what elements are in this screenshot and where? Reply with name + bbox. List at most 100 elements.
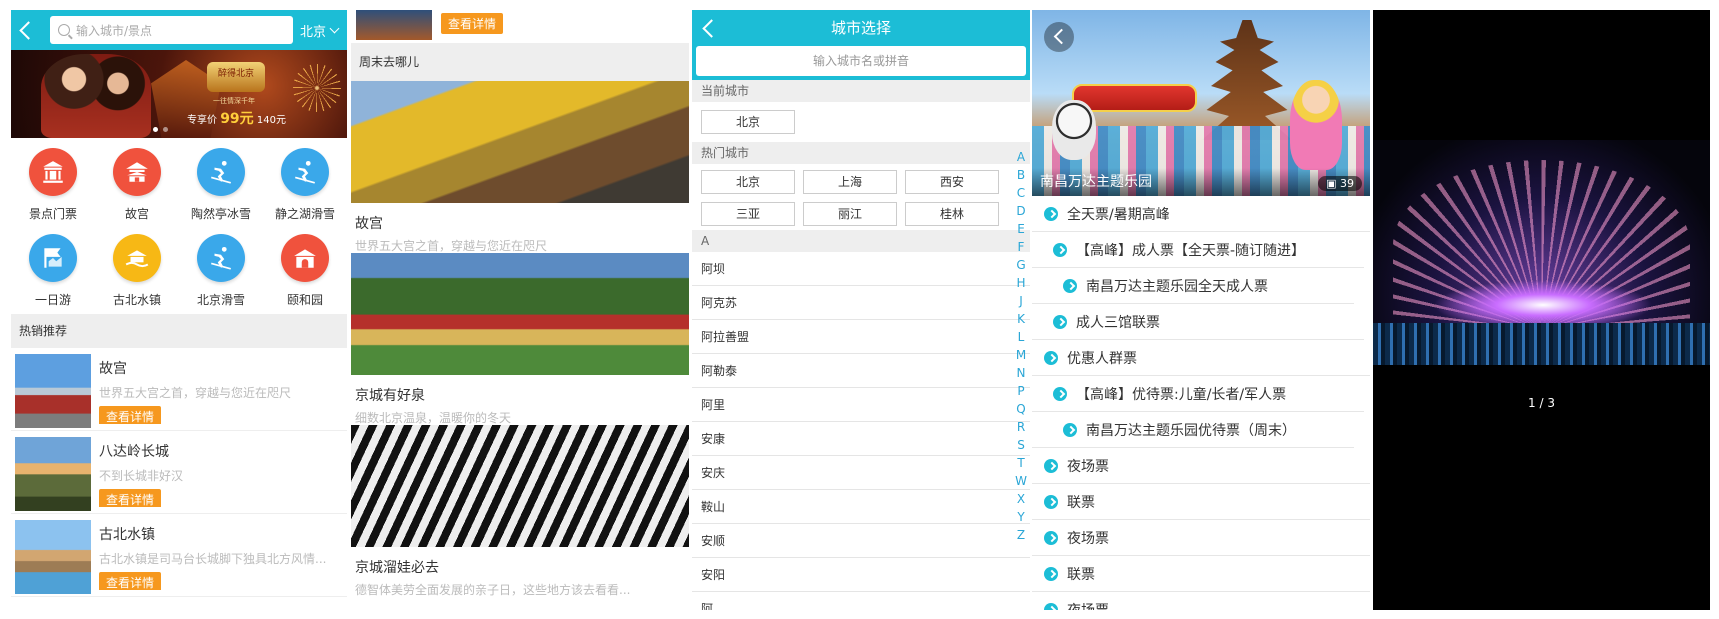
banner-subtitle: 一往情深千年 — [213, 97, 255, 105]
fountain-photo[interactable] — [1373, 140, 1710, 365]
city-list-item[interactable]: 安康 — [692, 422, 1030, 456]
city-list-item[interactable]: 阿克苏 — [692, 286, 1030, 320]
alphabet-index-letter[interactable]: C — [1012, 184, 1030, 202]
hot-city-grid: 北京 上海 西安三亚 丽江 桂林 — [692, 164, 1030, 230]
city-list: 阿坝 阿克苏 阿拉善盟 阿勒泰 阿里 安康 安庆 鞍山 安顺 安阳 阿... — [692, 252, 1030, 610]
photo-pager: 1 / 3 — [1528, 396, 1555, 410]
carousel-dot[interactable] — [163, 127, 168, 132]
view-details-button[interactable]: 查看详情 — [441, 13, 504, 34]
hot-city-button[interactable]: 北京 — [701, 170, 795, 194]
photo-count-badge[interactable]: ▣ 39 — [1318, 176, 1362, 191]
hot-section-title: 热销推荐 — [11, 314, 347, 348]
ticket-row[interactable]: 联票 — [1032, 556, 1370, 592]
ticket-row[interactable]: 南昌万达主题乐园全天成人票 — [1032, 268, 1354, 304]
ticket-screen: 南昌万达主题乐园 ▣ 39 全天票/暑期高峰【高峰】成人票【全天票-随订随进】南… — [1032, 10, 1370, 610]
city-list-item[interactable]: 阿... — [692, 592, 1030, 610]
alphabet-index-letter[interactable]: K — [1012, 310, 1030, 328]
city-list-item[interactable]: 阿拉善盟 — [692, 320, 1030, 354]
ticket-row[interactable]: 夜场票 — [1032, 520, 1370, 556]
list-item[interactable]: 故宫 世界五大宫之首，穿越与您近在咫尺 查看详情 — [11, 348, 347, 431]
category-label: 景点门票 — [28, 207, 77, 221]
ticket-row[interactable]: 夜场票 — [1032, 448, 1370, 484]
alphabet-index-letter[interactable]: D — [1012, 202, 1030, 220]
category-skier[interactable]: 静之湖滑雪 — [263, 148, 347, 228]
ticket-row[interactable]: 全天票/暑期高峰 — [1032, 196, 1370, 232]
category-water-town[interactable]: 古北水镇 — [95, 234, 179, 314]
ticket-row[interactable]: 【高峰】成人票【全天票-随订随进】 — [1032, 232, 1364, 268]
category-skier[interactable]: 北京滑雪 — [179, 234, 263, 314]
fireworks-image — [293, 64, 341, 112]
city-list-item[interactable]: 安阳 — [692, 558, 1030, 592]
city-list-item[interactable]: 安庆 — [692, 456, 1030, 490]
item-title: 八达岭长城 — [99, 444, 169, 460]
hot-city-button[interactable]: 上海 — [803, 170, 897, 194]
alphabet-index-letter[interactable]: A — [1012, 148, 1030, 166]
weekend-card[interactable]: 故宫 世界五大宫之首，穿越与您近在咫尺 — [351, 81, 689, 253]
ticket-row[interactable]: 联票 — [1032, 484, 1370, 520]
ticket-row[interactable]: 夜场票 — [1032, 592, 1370, 610]
alphabet-index-letter[interactable]: W — [1012, 472, 1030, 490]
alphabet-index-letter[interactable]: R — [1012, 418, 1030, 436]
ticket-row[interactable]: 优惠人群票 — [1032, 340, 1370, 376]
alphabet-index-letter[interactable]: H — [1012, 274, 1030, 292]
city-list-item[interactable]: 鞍山 — [692, 490, 1030, 524]
alphabet-index-letter[interactable]: B — [1012, 166, 1030, 184]
city-list-item[interactable]: 阿坝 — [692, 252, 1030, 286]
alphabet-index-letter[interactable]: L — [1012, 328, 1030, 346]
weekend-card[interactable]: 京城溜娃必去 德智体美劳全面发展的亲子日，这些地方该去看看... — [351, 425, 689, 597]
list-item[interactable]: 古北水镇 古北水镇是司马台长城脚下独具北方风情... 查看详情 — [11, 514, 347, 597]
city-list-item[interactable]: 安顺 — [692, 524, 1030, 558]
promo-banner[interactable]: 醉得北京 一往情深千年 专享价 99元 140元 — [11, 50, 347, 138]
hot-city-button[interactable]: 丽江 — [803, 202, 897, 226]
alphabet-index-letter[interactable]: Y — [1012, 508, 1030, 526]
ticket-label: 夜场票 — [1067, 600, 1109, 611]
park-hero-image[interactable]: 南昌万达主题乐园 ▣ 39 — [1032, 10, 1370, 196]
current-city-button[interactable]: 北京 — [701, 110, 795, 134]
view-details-button[interactable]: 查看详情 — [99, 406, 162, 424]
list-item[interactable]: 八达岭长城 不到长城非好汉 查看详情 — [11, 431, 347, 514]
alphabet-index-letter[interactable]: E — [1012, 220, 1030, 238]
category-skier[interactable]: 陶然亭冰雪 — [179, 148, 263, 228]
category-grid: 景点门票 故宫 陶然亭冰雪 静之湖滑雪一日游 古北水镇 北京滑雪 颐和园 — [11, 138, 347, 314]
ticket-row[interactable]: 南昌万达主题乐园优待票（周末） — [1032, 412, 1354, 448]
carousel-dot[interactable] — [153, 127, 158, 132]
weekend-card[interactable]: 京城有好泉 细数北京温泉，温暖你的冬天 — [351, 253, 689, 425]
alphabet-index-letter[interactable]: M — [1012, 346, 1030, 364]
ticket-row[interactable]: 成人三馆联票 — [1032, 304, 1364, 340]
alphabet-index-letter[interactable]: G — [1012, 256, 1030, 274]
city-search-input[interactable]: 输入城市名或拼音 — [696, 46, 1026, 76]
alphabet-index-letter[interactable]: X — [1012, 490, 1030, 508]
view-details-button[interactable]: 查看详情 — [99, 572, 162, 590]
city-selector[interactable]: 北京 — [300, 21, 340, 40]
palace-icon — [113, 148, 161, 196]
alphabet-index-letter[interactable]: J — [1012, 292, 1030, 310]
expand-arrow-icon — [1044, 350, 1058, 365]
alphabet-index-letter[interactable]: F — [1012, 238, 1030, 256]
city-list-item[interactable]: 阿里 — [692, 388, 1030, 422]
back-icon[interactable] — [1044, 22, 1074, 52]
category-garden[interactable]: 颐和园 — [263, 234, 347, 314]
city-list-item[interactable]: 阿勒泰 — [692, 354, 1030, 388]
category-ticket-gate[interactable]: 景点门票 — [11, 148, 95, 228]
category-flag-map[interactable]: 一日游 — [11, 234, 95, 314]
ticket-label: 全天票/暑期高峰 — [1067, 206, 1170, 223]
list-item: 查看详情 — [351, 10, 689, 46]
expand-arrow-icon — [1044, 206, 1058, 221]
ticket-row[interactable]: 【高峰】优待票:儿童/长者/军人票 — [1032, 376, 1364, 412]
category-palace[interactable]: 故宫 — [95, 148, 179, 228]
alphabet-index-letter[interactable]: N — [1012, 364, 1030, 382]
category-label: 故宫 — [124, 207, 149, 221]
back-icon[interactable] — [700, 13, 718, 43]
hot-city-button[interactable]: 三亚 — [701, 202, 795, 226]
hot-city-button[interactable]: 桂林 — [905, 202, 999, 226]
alphabet-index-letter[interactable]: S — [1012, 436, 1030, 454]
card-description: 世界五大宫之首，穿越与您近在咫尺 — [355, 239, 548, 253]
hot-city-button[interactable]: 西安 — [905, 170, 999, 194]
alphabet-index-letter[interactable]: P — [1012, 382, 1030, 400]
alphabet-index-letter[interactable]: Z — [1012, 526, 1030, 544]
alphabet-index-letter[interactable]: T — [1012, 454, 1030, 472]
view-details-button[interactable]: 查看详情 — [99, 489, 162, 507]
search-input[interactable]: 输入城市/景点 — [50, 16, 293, 44]
alphabet-index-letter[interactable]: Q — [1012, 400, 1030, 418]
back-icon[interactable] — [17, 15, 35, 45]
